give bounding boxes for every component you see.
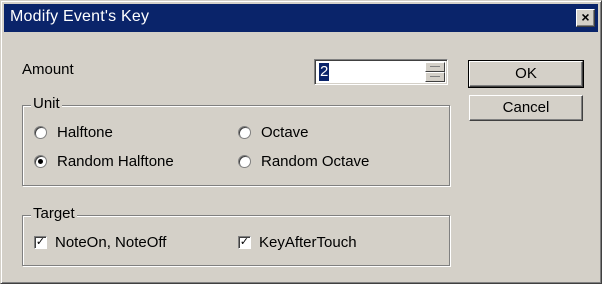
cancel-button[interactable]: Cancel [469, 95, 583, 121]
spin-up-button[interactable] [425, 62, 445, 72]
radio-random-halftone[interactable]: Random Halftone [34, 152, 174, 170]
spin-down-button[interactable] [425, 72, 445, 82]
window-title: Modify Event's Key [10, 8, 150, 25]
amount-spin-edit[interactable]: 2 [314, 59, 448, 85]
radio-label: Halftone [57, 123, 113, 141]
radio-random-octave[interactable]: Random Octave [238, 152, 369, 170]
close-button[interactable]: × [576, 9, 595, 27]
dialog-window: Modify Event's Key × Amount 2 OK Cancel … [0, 0, 602, 284]
close-icon: × [581, 9, 590, 25]
radio-octave[interactable]: Octave [238, 123, 309, 141]
radio-label: Octave [261, 123, 309, 141]
checkbox[interactable]: ✓ [34, 235, 47, 249]
amount-label: Amount [22, 61, 74, 78]
radio-button[interactable] [34, 154, 47, 168]
radio-halftone[interactable]: Halftone [34, 123, 113, 141]
checkbox[interactable]: ✓ [238, 235, 251, 249]
checkbox-label: KeyAfterTouch [259, 233, 357, 251]
radio-label: Random Octave [261, 152, 370, 170]
unit-group [22, 105, 450, 186]
radio-button[interactable] [34, 125, 47, 139]
radio-button[interactable] [238, 125, 251, 139]
radio-button[interactable] [238, 154, 251, 168]
ok-button[interactable]: OK [468, 60, 584, 88]
checkbox-noteon-noteoff[interactable]: ✓ NoteOn, NoteOff [34, 233, 166, 251]
title-bar[interactable]: Modify Event's Key × [4, 4, 598, 32]
amount-input[interactable]: 2 [319, 63, 330, 81]
radio-label: Random Halftone [57, 152, 174, 170]
check-icon: ✓ [35, 235, 46, 248]
checkbox-label: NoteOn, NoteOff [55, 233, 167, 251]
check-icon: ✓ [239, 235, 250, 248]
target-group-caption: Target [31, 205, 77, 222]
checkbox-keyaftertouch[interactable]: ✓ KeyAfterTouch [238, 233, 357, 251]
unit-group-caption: Unit [31, 95, 62, 112]
